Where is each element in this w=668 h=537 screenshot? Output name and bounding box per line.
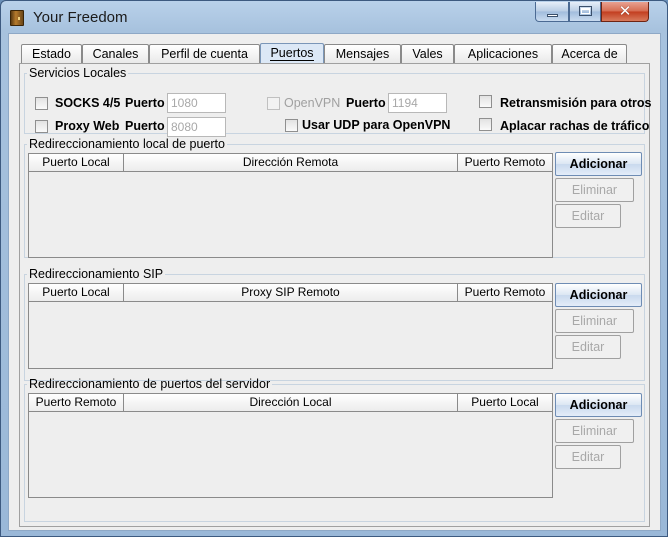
tab-acerca-de[interactable]: Acerca de bbox=[552, 44, 627, 64]
column-header[interactable]: Dirección Local bbox=[124, 394, 458, 412]
add-button[interactable]: Adicionar bbox=[555, 393, 642, 417]
proxy-web-checkbox[interactable] bbox=[35, 120, 48, 133]
tab-label: Perfil de cuenta bbox=[161, 47, 248, 61]
openvpn-label: OpenVPN bbox=[284, 96, 341, 110]
table-header: Puerto Remoto Dirección Local Puerto Loc… bbox=[29, 394, 552, 412]
remove-button[interactable]: Eliminar bbox=[555, 178, 634, 202]
server-forwarding-group: Redireccionamiento de puertos del servid… bbox=[24, 377, 645, 522]
column-header[interactable]: Puerto Remoto bbox=[458, 284, 552, 302]
edit-button[interactable]: Editar bbox=[555, 335, 621, 359]
minimize-icon bbox=[547, 14, 558, 17]
tab-aplicaciones[interactable]: Aplicaciones bbox=[454, 44, 552, 64]
close-button[interactable]: ✕ bbox=[601, 2, 649, 22]
tab-label: Canales bbox=[92, 47, 139, 61]
tab-puertos[interactable]: Puertos bbox=[260, 43, 324, 64]
socks-checkbox[interactable] bbox=[35, 97, 48, 110]
tab-label: Estado bbox=[32, 47, 71, 61]
local-services-group: Servicios Locales SOCKS 4/5 Puerto 1080 … bbox=[24, 66, 651, 137]
tab-perfil-de-cuenta[interactable]: Perfil de cuenta bbox=[149, 44, 260, 64]
remove-button[interactable]: Eliminar bbox=[555, 419, 634, 443]
socks-label: SOCKS 4/5 bbox=[55, 96, 121, 110]
edit-button[interactable]: Editar bbox=[555, 204, 621, 228]
minimize-button[interactable] bbox=[535, 2, 569, 22]
tab-label: Puertos bbox=[270, 46, 314, 61]
tab-mensajes[interactable]: Mensajes bbox=[324, 44, 401, 64]
server-forwarding-table[interactable]: Puerto Remoto Dirección Local Puerto Loc… bbox=[28, 393, 553, 498]
retransmission-checkbox[interactable] bbox=[479, 95, 492, 108]
socks-port-label: Puerto bbox=[125, 96, 165, 110]
sip-forwarding-table[interactable]: Puerto Local Proxy SIP Remoto Puerto Rem… bbox=[28, 283, 553, 369]
proxy-port-label: Puerto bbox=[125, 119, 165, 133]
table-header: Puerto Local Proxy SIP Remoto Puerto Rem… bbox=[29, 284, 552, 302]
window-title: Your Freedom bbox=[33, 9, 128, 26]
openvpn-port-label: Puerto bbox=[346, 96, 386, 110]
tab-estado[interactable]: Estado bbox=[21, 44, 82, 64]
local-forwarding-table[interactable]: Puerto Local Dirección Remota Puerto Rem… bbox=[28, 153, 553, 258]
app-window: Your Freedom ✕ Estado Canales Perfil de … bbox=[0, 0, 668, 537]
column-header[interactable]: Puerto Remoto bbox=[458, 154, 552, 172]
column-header[interactable]: Puerto Local bbox=[29, 154, 124, 172]
add-button[interactable]: Adicionar bbox=[555, 283, 642, 307]
title-bar[interactable]: Your Freedom ✕ bbox=[1, 1, 667, 33]
puertos-panel: Servicios Locales SOCKS 4/5 Puerto 1080 … bbox=[19, 63, 651, 527]
sip-forwarding-group: Redireccionamiento SIP Puerto Local Prox… bbox=[24, 267, 645, 381]
group-title: Servicios Locales bbox=[29, 66, 127, 80]
tab-vales[interactable]: Vales bbox=[401, 44, 454, 64]
column-header[interactable]: Puerto Local bbox=[29, 284, 124, 302]
proxy-web-label: Proxy Web bbox=[55, 119, 120, 133]
group-title: Redireccionamiento local de puerto bbox=[29, 137, 225, 151]
tab-label: Aplicaciones bbox=[467, 47, 539, 61]
close-icon: ✕ bbox=[618, 3, 632, 20]
column-header[interactable]: Dirección Remota bbox=[124, 154, 458, 172]
add-button[interactable]: Adicionar bbox=[555, 152, 642, 176]
group-title: Redireccionamiento SIP bbox=[29, 267, 164, 281]
retransmission-label: Retransmisión para otros bbox=[500, 96, 652, 110]
proxy-port-input[interactable]: 8080 bbox=[167, 117, 226, 137]
column-header[interactable]: Proxy SIP Remoto bbox=[124, 284, 458, 302]
remove-button[interactable]: Eliminar bbox=[555, 309, 634, 333]
window-client: Estado Canales Perfil de cuenta Puertos … bbox=[8, 33, 661, 531]
traffic-burst-checkbox[interactable] bbox=[479, 118, 492, 131]
door-icon bbox=[10, 10, 24, 26]
edit-button[interactable]: Editar bbox=[555, 445, 621, 469]
maximize-icon bbox=[579, 6, 592, 16]
openvpn-port-input[interactable]: 1194 bbox=[388, 93, 447, 113]
local-forwarding-group: Redireccionamiento local de puerto Puert… bbox=[24, 137, 645, 258]
socks-port-input[interactable]: 1080 bbox=[167, 93, 226, 113]
udp-label: Usar UDP para OpenVPN bbox=[302, 118, 451, 132]
tab-canales[interactable]: Canales bbox=[82, 44, 149, 64]
traffic-burst-label: Aplacar rachas de tráfico bbox=[500, 119, 650, 133]
column-header[interactable]: Puerto Remoto bbox=[29, 394, 124, 412]
udp-checkbox[interactable] bbox=[285, 119, 298, 132]
tab-label: Vales bbox=[412, 47, 443, 61]
column-header[interactable]: Puerto Local bbox=[458, 394, 552, 412]
table-header: Puerto Local Dirección Remota Puerto Rem… bbox=[29, 154, 552, 172]
maximize-button[interactable] bbox=[569, 2, 601, 22]
group-title: Redireccionamiento de puertos del servid… bbox=[29, 377, 271, 391]
tab-label: Acerca de bbox=[561, 47, 618, 61]
tab-label: Mensajes bbox=[335, 47, 390, 61]
openvpn-checkbox[interactable] bbox=[267, 97, 280, 110]
